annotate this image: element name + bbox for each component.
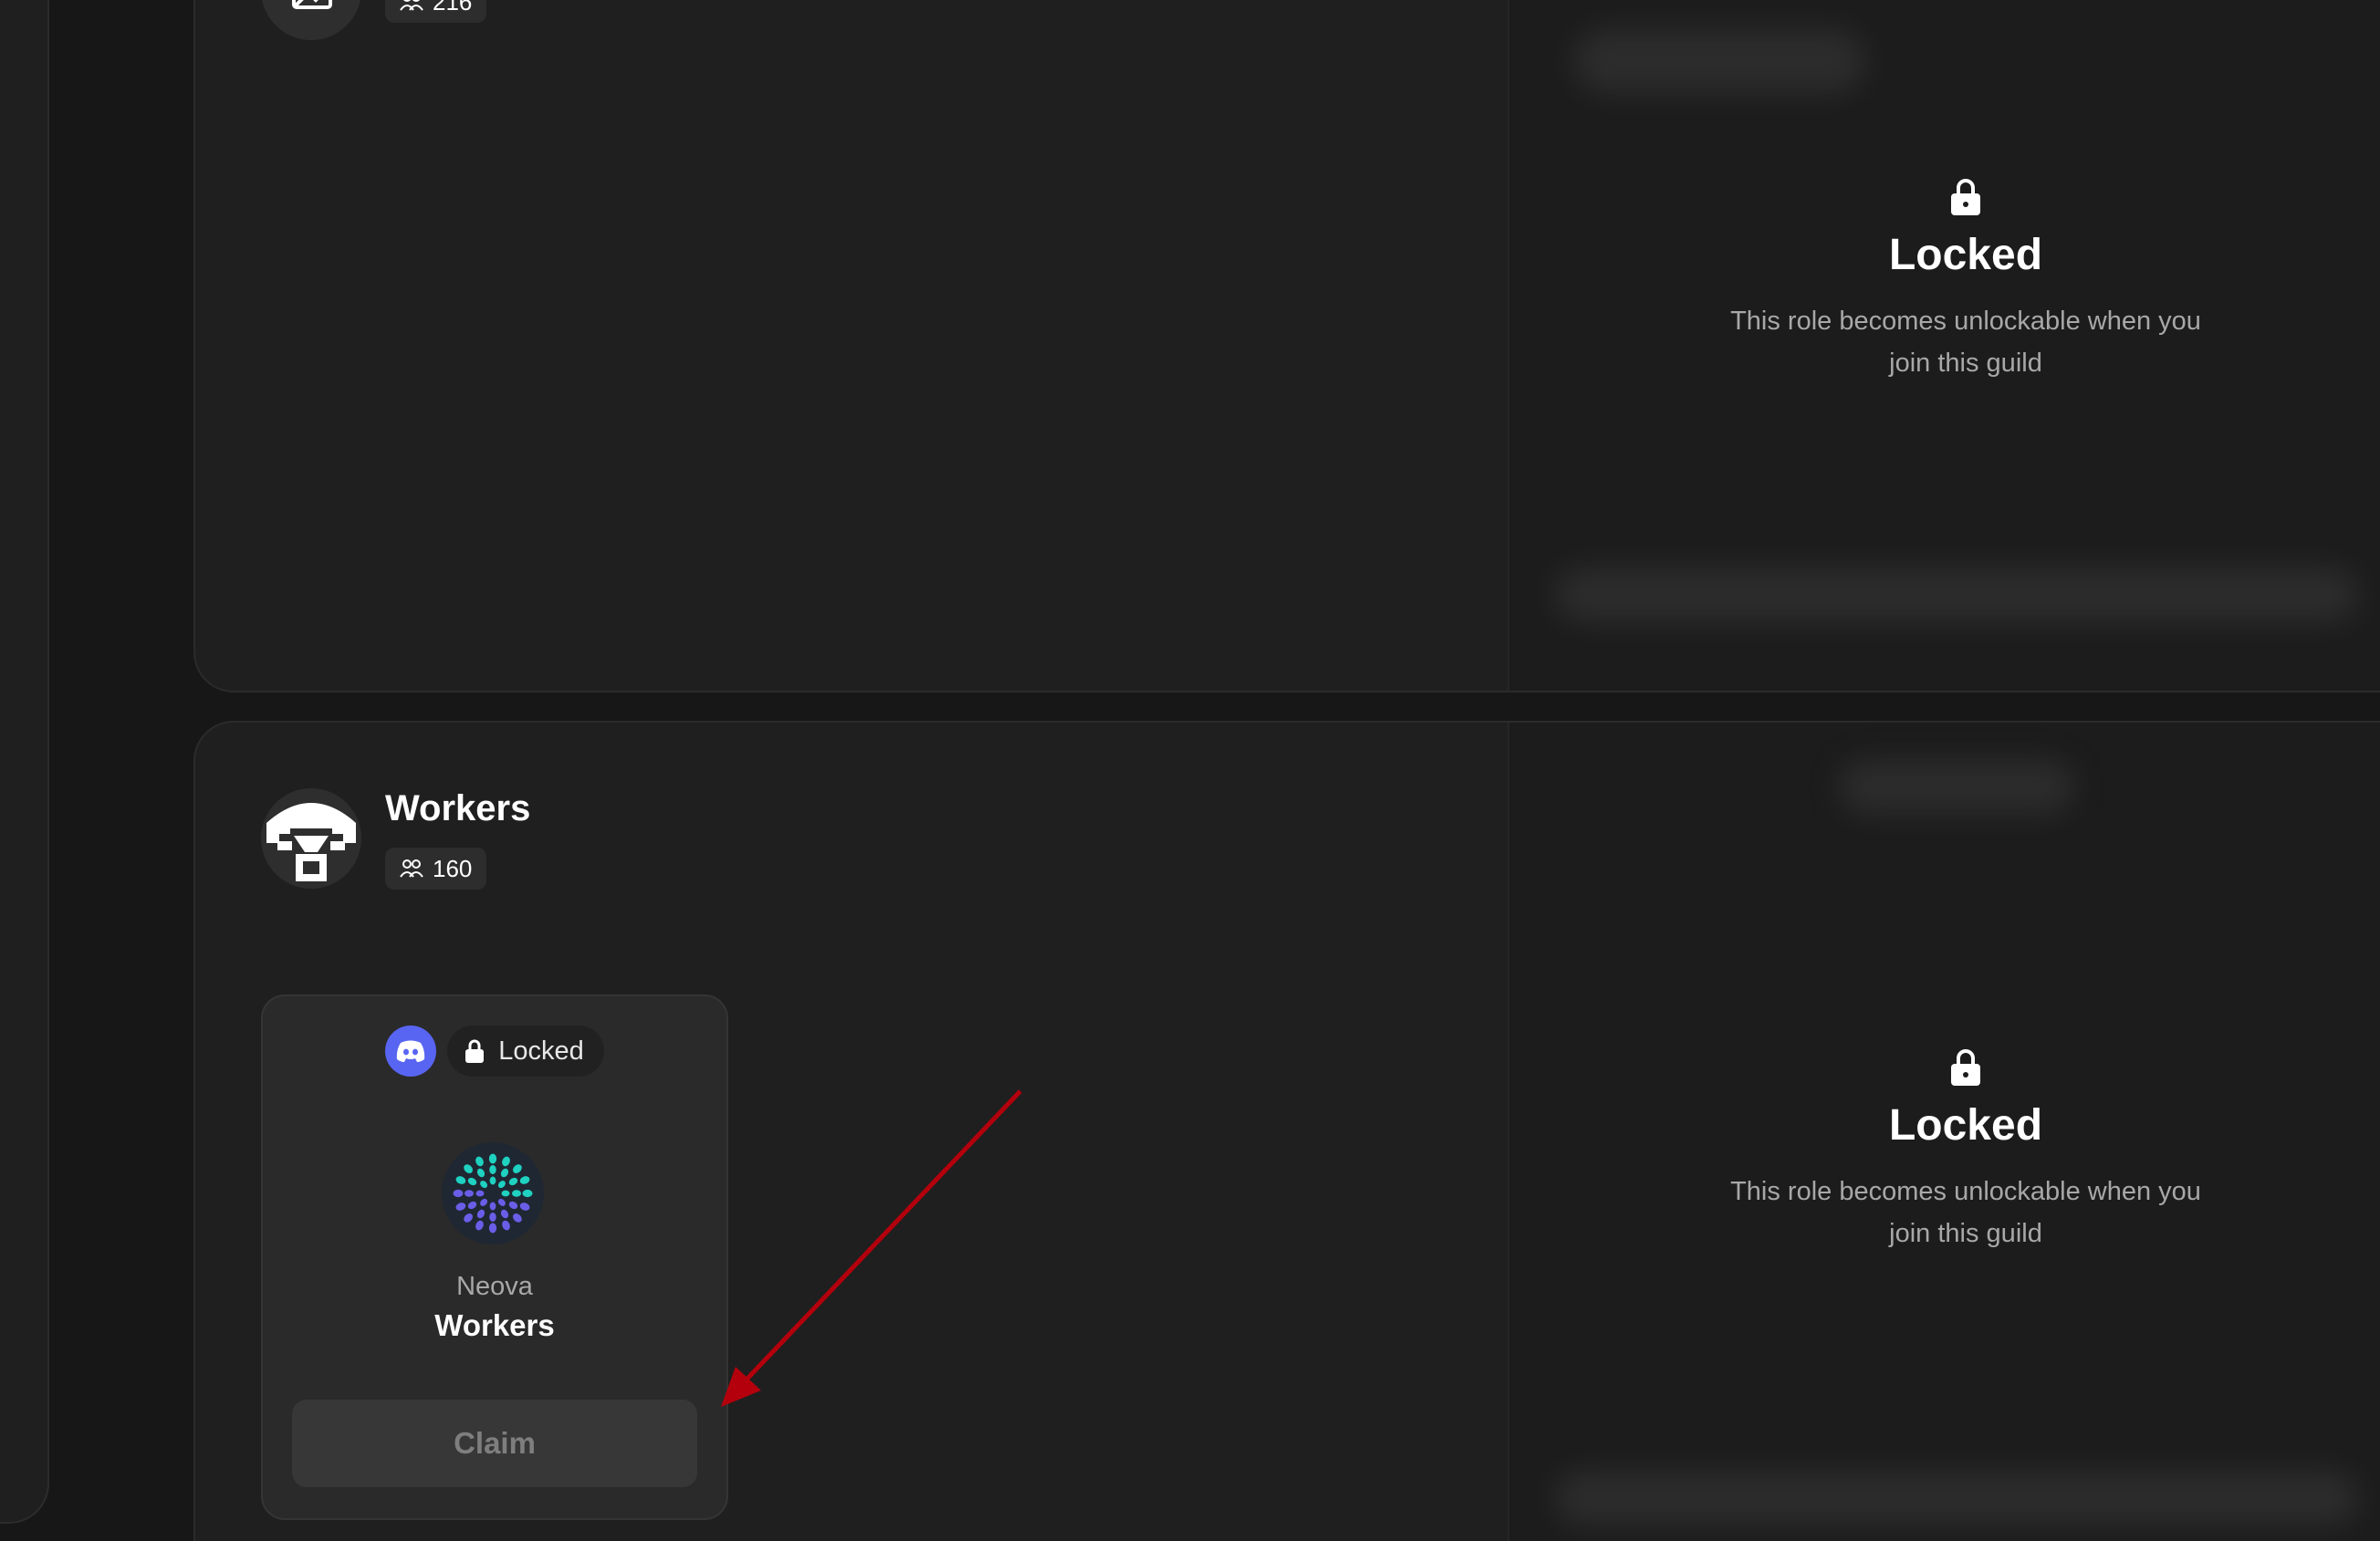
guild-roles-page: 216 Locked This role becomes unlockable … — [0, 0, 2380, 1541]
sunburst-dot — [488, 1223, 497, 1234]
sunburst-dot — [489, 1213, 496, 1222]
sunburst-dot — [508, 1177, 518, 1186]
sunburst-dot — [497, 1181, 506, 1189]
locked-title: Locked — [1888, 1101, 2043, 1150]
sunburst-dot — [513, 1164, 522, 1173]
sunburst-dot — [508, 1201, 518, 1210]
sunburst-dot — [475, 1190, 485, 1197]
discord-reward-card: Locked Neova Workers Claim — [261, 994, 728, 1520]
blurred-requirement — [1573, 29, 1865, 93]
sunburst-dot — [489, 1202, 496, 1211]
role-lock-panel: Locked This role becomes unlockable when… — [1508, 723, 2380, 1541]
sunburst-dot — [519, 1176, 530, 1184]
reward-role-name: Workers — [434, 1308, 555, 1342]
server-name: Neova — [456, 1272, 533, 1301]
role-name: Workers — [385, 788, 531, 828]
member-count: 216 — [433, 0, 473, 16]
sunburst-dot — [497, 1198, 506, 1206]
reward-status-label: Locked — [498, 1036, 584, 1066]
sunburst-dot — [489, 1176, 496, 1185]
reward-header: Locked — [263, 1026, 726, 1077]
sunburst-dot — [488, 1153, 497, 1164]
reward-status-badge: Locked — [447, 1026, 604, 1077]
locked-message: Locked This role becomes unlockable when… — [1509, 177, 2380, 384]
locked-description: This role becomes unlockable when you jo… — [1730, 307, 2201, 378]
sunburst-dot — [453, 1189, 464, 1198]
sunburst-dot — [475, 1156, 484, 1167]
role-avatar — [261, 788, 361, 889]
sunburst-dot — [513, 1213, 522, 1223]
role-lock-panel: Locked This role becomes unlockable when… — [1508, 0, 2380, 691]
sunburst-dot — [475, 1220, 484, 1231]
image-icon — [292, 0, 332, 9]
sunburst-dot — [522, 1189, 533, 1198]
sunburst-dot — [476, 1209, 485, 1219]
sunburst-dot — [464, 1213, 473, 1223]
sunburst-dot — [464, 1164, 473, 1173]
blurred-footer — [1555, 567, 2358, 622]
claim-button[interactable]: Claim — [292, 1400, 697, 1487]
sunburst-dot — [455, 1203, 466, 1211]
pixel-helmet-icon — [266, 803, 356, 881]
server-logo — [442, 1142, 544, 1244]
users-icon — [400, 0, 423, 11]
member-count: 160 — [433, 854, 473, 882]
blurred-footer — [1555, 1471, 2358, 1525]
role-card: 216 Locked This role becomes unlockable … — [193, 0, 2380, 692]
role-avatar — [261, 0, 361, 40]
sunburst-dot — [455, 1176, 466, 1184]
sunburst-dot — [480, 1181, 488, 1189]
sunburst-dot — [500, 1209, 509, 1219]
discord-logo-icon — [397, 1040, 425, 1062]
member-count-badge: 160 — [385, 848, 487, 890]
member-count-badge: 216 — [385, 0, 487, 23]
lock-icon — [1951, 1049, 1980, 1086]
sunburst-dot — [467, 1177, 477, 1186]
discord-icon — [385, 1026, 437, 1077]
sunburst-dot — [489, 1165, 496, 1174]
sunburst-dot — [519, 1203, 530, 1211]
sunburst-dot — [502, 1220, 510, 1231]
sunburst-dot — [501, 1190, 510, 1197]
locked-description: This role becomes unlockable when you jo… — [1730, 1177, 2201, 1248]
lock-icon — [1951, 179, 1980, 215]
sunburst-dot — [480, 1198, 488, 1206]
sunburst-dot — [512, 1190, 521, 1197]
locked-title: Locked — [1888, 231, 2043, 279]
sunburst-dot — [465, 1190, 474, 1197]
dotted-sunburst-icon — [453, 1153, 533, 1234]
locked-message: Locked This role becomes unlockable when… — [1509, 1047, 2380, 1255]
users-icon — [400, 859, 423, 878]
sunburst-dot — [476, 1168, 485, 1178]
role-card: Workers 160 Locked Neova Workers Claim L… — [193, 721, 2380, 1541]
sunburst-dot — [467, 1201, 477, 1210]
sunburst-dot — [502, 1156, 510, 1167]
sidebar-panel — [0, 0, 49, 1524]
blurred-requirement — [1838, 759, 2075, 814]
lock-icon — [465, 1039, 485, 1063]
sunburst-dot — [500, 1168, 509, 1178]
